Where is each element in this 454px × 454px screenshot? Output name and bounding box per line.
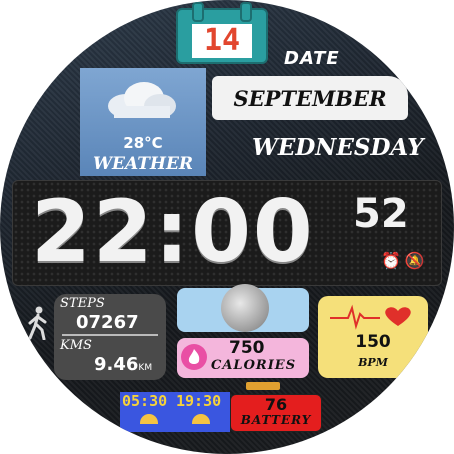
weekday: WEDNESDAY — [252, 134, 424, 161]
time-seconds: 52 — [353, 191, 409, 237]
sunrise-icon — [140, 414, 158, 424]
moon-phase-widget[interactable] — [177, 284, 309, 332]
watch-face: 14 DATE SEPTEMBER WEDNESDAY 28°C WEATHER… — [0, 0, 454, 454]
heart-pulse-icon — [330, 304, 411, 330]
battery-icon — [246, 382, 280, 390]
heart-rate-label: BPM — [358, 356, 388, 369]
battery-widget[interactable]: 76 BATTERY — [230, 394, 322, 432]
heart-rate-widget[interactable]: 150 BPM — [318, 296, 428, 378]
day-of-month: 14 — [192, 24, 252, 58]
weather-label: WEATHER — [92, 154, 194, 174]
sun-times-widget[interactable]: 05:30 19:30 — [120, 392, 230, 432]
divider — [62, 334, 158, 336]
heart-rate-value: 150 — [355, 332, 391, 352]
calendar-icon: 14 — [176, 2, 268, 64]
battery-value: 76 — [264, 395, 288, 414]
calories-widget[interactable]: 750 CALORIES — [177, 338, 309, 378]
cloud-icon — [108, 82, 176, 118]
alarm-icon[interactable]: ⏰🔕 — [381, 251, 429, 270]
calories-value: 750 — [229, 338, 265, 358]
steps-label: STEPS — [60, 296, 105, 311]
sunrise-time: 05:30 — [122, 392, 168, 410]
month: SEPTEMBER — [212, 76, 408, 120]
date-label: DATE — [284, 48, 340, 69]
distance-unit: KM — [138, 363, 153, 373]
distance-value: 9.46KM — [94, 354, 153, 375]
flame-icon — [181, 344, 207, 370]
steps-widget[interactable]: STEPS 07267 KMS 9.46KM — [54, 294, 166, 380]
battery-label: BATTERY — [240, 413, 312, 427]
weather-widget[interactable]: 28°C WEATHER — [80, 68, 206, 176]
sunset-icon — [192, 414, 210, 424]
calories-label: CALORIES — [211, 358, 297, 373]
walking-person-icon — [28, 306, 47, 340]
moon-phase-icon — [221, 284, 269, 332]
digital-clock: 22:00 52 ⏰🔕 — [12, 180, 442, 286]
steps-value: 07267 — [76, 312, 139, 333]
distance-label: KMS — [60, 338, 92, 353]
temperature: 28°C — [123, 134, 163, 152]
time-hours-minutes: 22:00 — [31, 182, 315, 282]
sunset-time: 19:30 — [176, 392, 222, 410]
